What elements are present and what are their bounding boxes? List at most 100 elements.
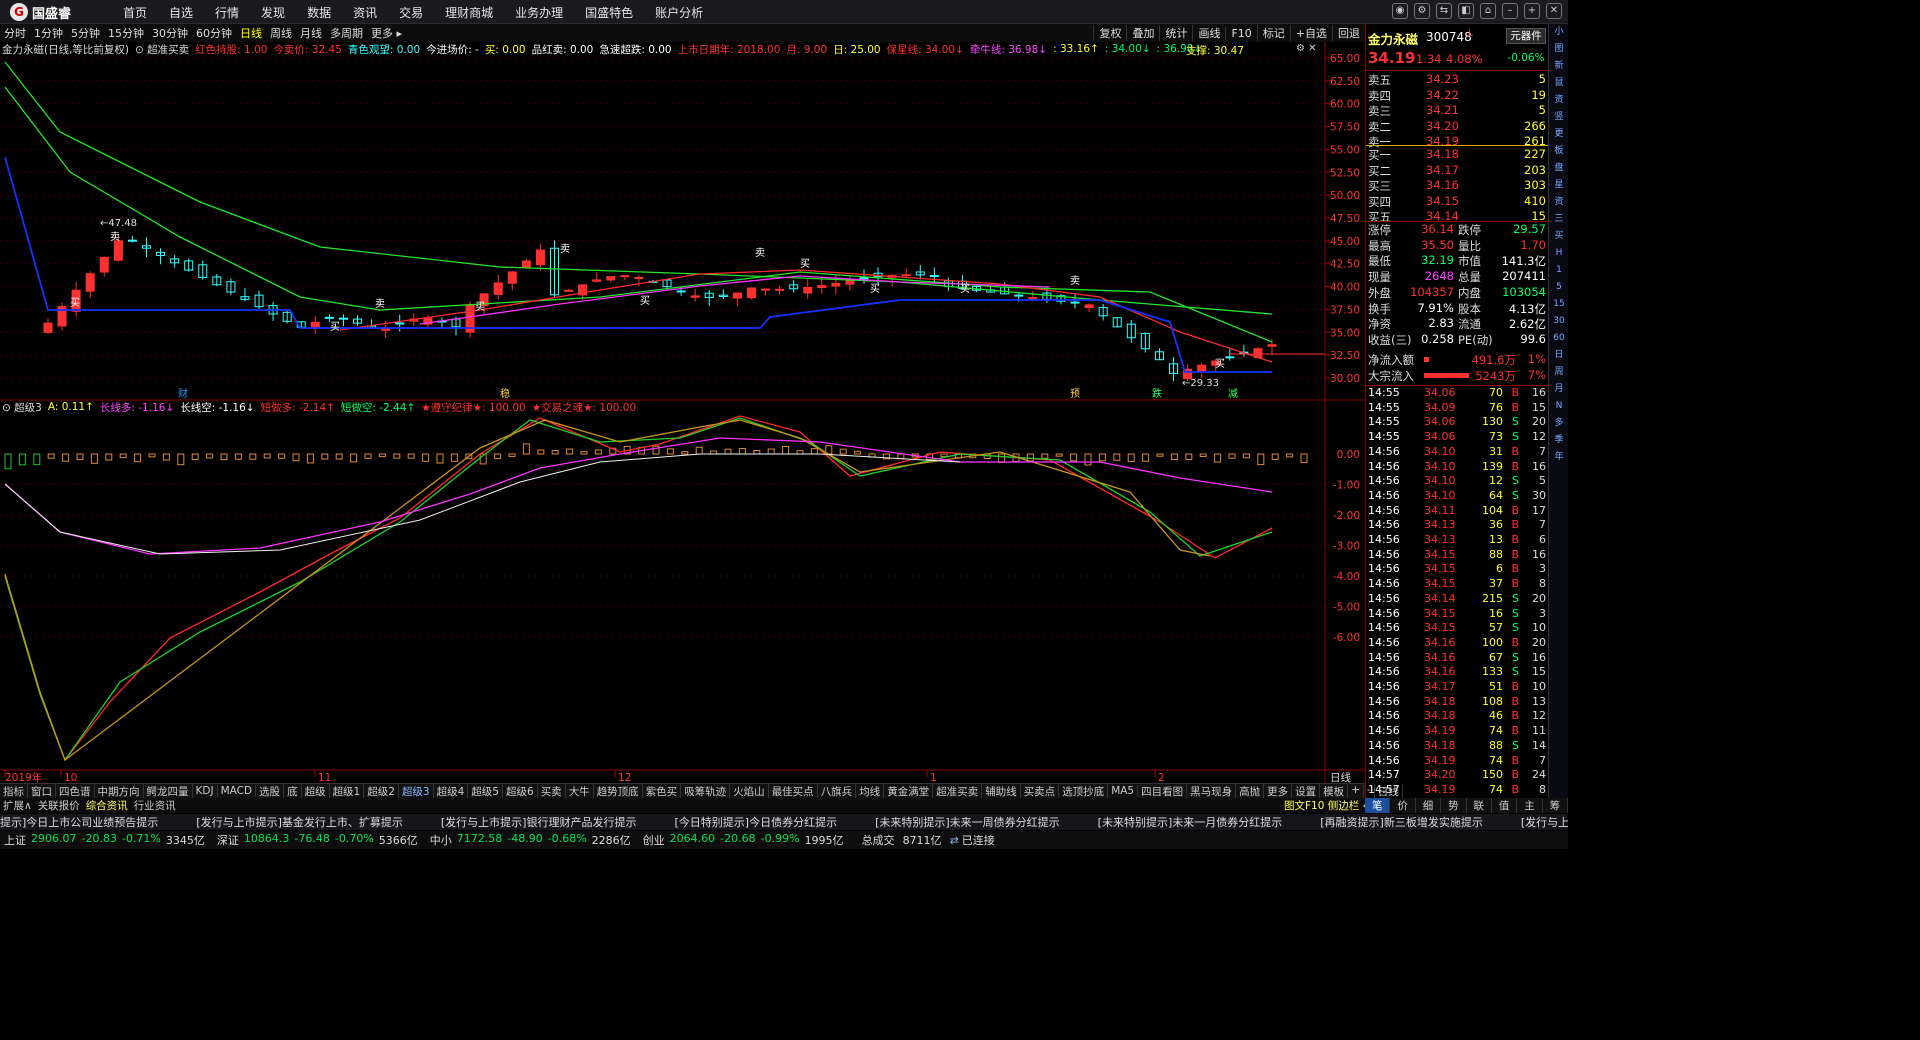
side-icon-16[interactable]: 15: [1549, 296, 1569, 313]
side-icon-14[interactable]: 1: [1549, 262, 1569, 279]
sidebar-toggle[interactable]: 图文F10 侧边栏 «: [1284, 798, 1369, 813]
chart-tool-4[interactable]: F10: [1225, 26, 1256, 40]
index-sz[interactable]: 深证 10864.3 -76.48 -0.70% 5366亿: [213, 832, 418, 848]
tabbar-right-2[interactable]: -: [1364, 783, 1375, 799]
indicator-tab-24[interactable]: 均线: [856, 783, 885, 799]
candle-body[interactable]: [324, 316, 334, 319]
candle-body[interactable]: [1014, 294, 1024, 297]
period-tab-2[interactable]: 5分钟: [67, 25, 104, 41]
menu-item-1[interactable]: 自选: [158, 4, 204, 21]
candle-body[interactable]: [395, 322, 405, 325]
skin-icon[interactable]: ◧: [1458, 3, 1474, 19]
event-mark[interactable]: 稳: [500, 387, 510, 400]
indicator-tab-22[interactable]: 最佳买点: [769, 783, 818, 799]
candle-body[interactable]: [592, 279, 602, 282]
chart-tool-7[interactable]: 回退: [1332, 25, 1365, 41]
candle-body[interactable]: [929, 275, 939, 278]
side-icon-6[interactable]: 更: [1549, 126, 1569, 143]
quote-tab-1[interactable]: 价: [1390, 798, 1416, 813]
bids-row[interactable]: 买二 34.17 203: [1366, 163, 1549, 179]
indicator-tab-10[interactable]: 超级1: [330, 783, 365, 799]
news-item[interactable]: [再融资提示]新三板增发实施提示: [1320, 814, 1483, 830]
tabbar-right-1[interactable]: +: [1348, 783, 1364, 799]
side-icon-9[interactable]: 星: [1549, 177, 1569, 194]
asks-row[interactable]: 卖四 34.22 19: [1366, 88, 1549, 104]
candle-body[interactable]: [901, 274, 911, 277]
candle-body[interactable]: [493, 282, 503, 295]
event-mark[interactable]: 减: [1228, 388, 1238, 400]
candle-body[interactable]: [43, 322, 53, 333]
quote-tab-2[interactable]: 细: [1416, 798, 1442, 813]
candle-body[interactable]: [803, 286, 813, 294]
indicator-tab-23[interactable]: 八旗兵: [818, 783, 857, 799]
period-tab-1[interactable]: 1分钟: [30, 25, 67, 41]
info-tab-1[interactable]: 关联报价: [35, 798, 83, 813]
industry-button[interactable]: 元器件: [1506, 28, 1546, 44]
side-icon-1[interactable]: 图: [1549, 41, 1569, 58]
candle-body[interactable]: [1197, 364, 1207, 372]
bids-row[interactable]: 买四 34.15 410: [1366, 194, 1549, 210]
indicator-tab-7[interactable]: 选股: [256, 783, 285, 799]
side-icon-5[interactable]: 竖: [1549, 109, 1569, 126]
menu-item-10[interactable]: 账户分析: [644, 4, 714, 21]
quote-tab-0[interactable]: 笔: [1365, 798, 1391, 813]
menu-item-3[interactable]: 发现: [250, 4, 296, 21]
candle-body[interactable]: [746, 287, 756, 299]
candle-body[interactable]: [859, 277, 869, 280]
tabbar-right-3[interactable]: 日线: [1375, 783, 1403, 799]
side-icon-17[interactable]: 30: [1549, 313, 1569, 330]
menu-item-4[interactable]: 数据: [296, 4, 342, 21]
candle-body[interactable]: [1070, 301, 1080, 304]
candle-body[interactable]: [1267, 344, 1277, 347]
quote-tab-3[interactable]: 势: [1441, 798, 1467, 813]
indicator-tab-4[interactable]: 鳄龙四量: [144, 783, 193, 799]
event-mark[interactable]: 财: [178, 387, 188, 400]
event-mark[interactable]: 跌: [1152, 387, 1162, 400]
period-tab-6[interactable]: 日线: [236, 25, 266, 41]
news-item[interactable]: [未来特别提示]未来一周债券分红提示: [875, 814, 1060, 830]
kline-chart-area[interactable]: 65.00 62.50 60.00 57.50 55.00 52.50 50.00 47.50…: [0, 42, 1365, 783]
side-icon-7[interactable]: 板: [1549, 143, 1569, 160]
candle-body[interactable]: [831, 282, 841, 287]
chart-tool-3[interactable]: 画线: [1192, 25, 1225, 41]
side-icon-23[interactable]: 多: [1549, 415, 1569, 432]
indicator-tab-16[interactable]: 买卖: [538, 783, 566, 799]
side-icon-4[interactable]: 资: [1549, 92, 1569, 109]
side-icon-25[interactable]: 年: [1549, 449, 1569, 466]
switch-icon[interactable]: ⇆: [1436, 3, 1452, 19]
indicator-tab-13[interactable]: 超级4: [434, 783, 469, 799]
menu-item-7[interactable]: 理财商城: [434, 4, 504, 21]
candle-body[interactable]: [606, 276, 616, 281]
candle-body[interactable]: [620, 275, 630, 278]
candle-body[interactable]: [99, 256, 109, 273]
event-mark[interactable]: 预: [1070, 388, 1080, 400]
tools-icon[interactable]: ⌂: [1480, 3, 1496, 19]
indicator-tab-18[interactable]: 趋势顶底: [594, 783, 643, 799]
quote-tab-7[interactable]: 筹: [1543, 798, 1568, 813]
period-tab-4[interactable]: 30分钟: [148, 25, 192, 41]
indicator-tab-6[interactable]: MACD: [218, 785, 257, 797]
candle-body[interactable]: [1028, 297, 1038, 300]
bids-row[interactable]: 买一 34.18 227: [1366, 147, 1549, 163]
bids-row[interactable]: 买三 34.16 303: [1366, 178, 1549, 194]
settings-icon[interactable]: ⚙: [1414, 3, 1430, 19]
indicator-tab-29[interactable]: 选顶抄底: [1059, 783, 1109, 799]
news-item[interactable]: [今日特别提示]今日债券分红提示: [674, 814, 837, 830]
quote-tab-4[interactable]: 联: [1467, 798, 1492, 813]
news-ticker[interactable]: 提示]今日上市公司业绩预告提示 [发行与上市提示]基金发行上市、扩募提示 [发行与上…: [0, 814, 1568, 830]
period-tab-5[interactable]: 60分钟: [192, 25, 236, 41]
chart-tool-5[interactable]: 标记: [1256, 25, 1290, 41]
period-tab-10[interactable]: 更多 ▸: [367, 25, 406, 41]
candle-body[interactable]: [113, 240, 123, 261]
indicator-tab-17[interactable]: 大牛: [566, 783, 594, 799]
tick-list[interactable]: 14:55 34.06 70 B 16 14:55 34.09 76 B 15 14:55 34.06…: [1366, 386, 1549, 811]
indicator-tab-31[interactable]: 四目看图: [1138, 783, 1188, 799]
candle-body[interactable]: [690, 295, 700, 298]
chart-tool-2[interactable]: 统计: [1159, 25, 1192, 41]
indicator-tab-2[interactable]: 四色谱: [56, 783, 95, 799]
news-item[interactable]: 提示]今日上市公司业绩预告提示: [0, 814, 158, 830]
candle-body[interactable]: [761, 288, 771, 291]
indicator-tab-3[interactable]: 中期方向: [95, 783, 144, 799]
index-sh[interactable]: 上证 2906.07 -20.83 -0.71% 3345亿: [0, 832, 205, 848]
index-cy[interactable]: 创业 2064.60 -20.68 -0.99% 1995亿: [639, 832, 844, 848]
